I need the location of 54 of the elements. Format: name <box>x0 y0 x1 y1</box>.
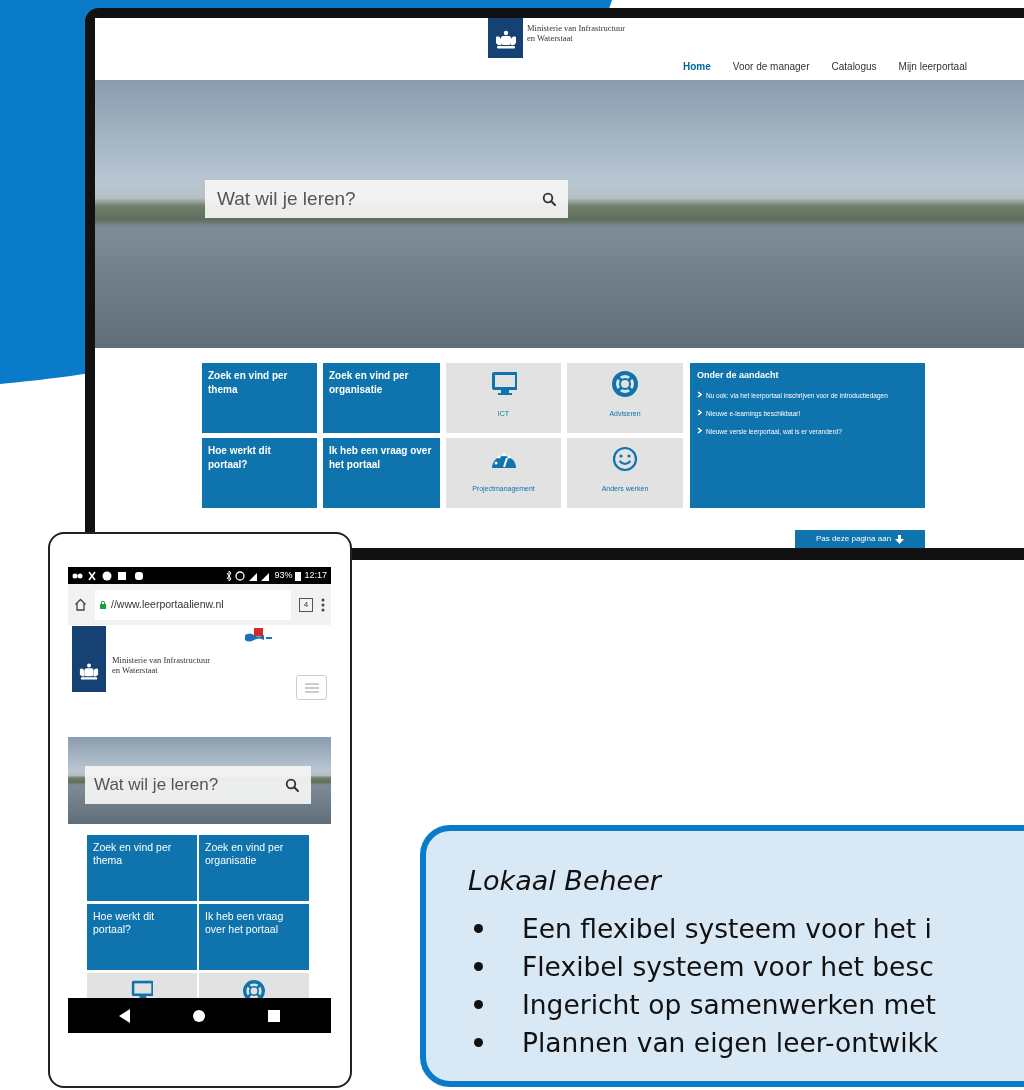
nav-link[interactable]: Home <box>683 59 711 74</box>
search-icon[interactable] <box>285 778 299 792</box>
back-icon[interactable] <box>119 1008 132 1023</box>
menu-icon <box>304 682 319 693</box>
lifebuoy-icon <box>612 371 638 397</box>
category-tile[interactable]: Hoe werkt dit portaal? <box>87 904 197 970</box>
logo-text: Ministerie van Infrastructuur <box>527 23 626 33</box>
more-menu-icon[interactable] <box>321 597 325 612</box>
battery-level: 93% <box>274 568 293 582</box>
category-tile[interactable]: Zoek en vind per organisatie <box>323 363 440 433</box>
search-field[interactable]: Wat wil je leren? <box>85 766 311 804</box>
category-tile[interactable]: Ik heb een vraag over het portaal <box>199 904 309 970</box>
bullet-icon <box>474 1038 483 1047</box>
list-item-text: Een flexibel systeem voor het i <box>522 911 932 946</box>
bullet-icon <box>474 924 483 933</box>
chevron-icon <box>697 426 702 434</box>
category-tile[interactable]: Zoek en vind per thema <box>202 363 317 433</box>
monitor-icon <box>131 980 153 998</box>
edit-page-button[interactable]: Pas deze pagina aan <box>795 530 925 548</box>
search-field[interactable]: Wat wil je leren? <box>205 180 568 218</box>
nav-link[interactable]: Mijn leerportaal <box>898 59 967 74</box>
bullet-icon <box>474 1000 483 1009</box>
address-field[interactable]: //www.leerportaalienw.nl <box>95 589 291 620</box>
category-tile[interactable]: Hoe werkt dit portaal? <box>202 438 317 508</box>
category-tile[interactable]: Zoek en vind per thema <box>87 835 197 901</box>
home-icon[interactable] <box>74 598 87 611</box>
callout-title: Lokaal Beheer <box>468 864 663 898</box>
chevron-icon <box>697 390 702 398</box>
tab-count[interactable]: 4 <box>299 597 313 612</box>
smiley-icon <box>612 446 638 472</box>
battery-icon <box>295 570 302 581</box>
list-item-text: Plannen van eigen leer-ontwikk <box>522 1025 939 1060</box>
bullet-icon <box>474 962 483 971</box>
logo-text: en Waterstaat <box>527 33 574 43</box>
panel-title: Onder de aandacht <box>697 369 780 382</box>
list-item-text: Flexibel systeem voor het besc <box>522 949 934 984</box>
nav-link[interactable]: Voor de manager <box>732 59 810 74</box>
category-tile[interactable]: Ik heb een vraag over het portaal <box>323 438 440 508</box>
search-icon[interactable] <box>542 192 556 206</box>
flag-icon[interactable] <box>244 628 274 642</box>
monitor-icon <box>490 371 517 397</box>
category-tile[interactable]: Zoek en vind per organisatie <box>199 835 309 901</box>
lifebuoy-icon <box>243 980 265 998</box>
signal-icons-drawing <box>225 570 272 581</box>
home-icon[interactable] <box>193 1009 206 1022</box>
logo-text: Ministerie van Infrastructuur <box>112 655 211 665</box>
arrow-down-icon <box>895 534 905 544</box>
list-item-text: Ingericht op samenwerken met <box>522 987 936 1022</box>
lock-icon <box>100 600 106 609</box>
clock: 12:17 <box>304 568 327 582</box>
chevron-icon <box>697 408 702 416</box>
logo-text: en Waterstaat <box>112 665 159 675</box>
square-icon[interactable] <box>267 1009 280 1022</box>
nav-link[interactable]: Catalogus <box>831 59 877 74</box>
